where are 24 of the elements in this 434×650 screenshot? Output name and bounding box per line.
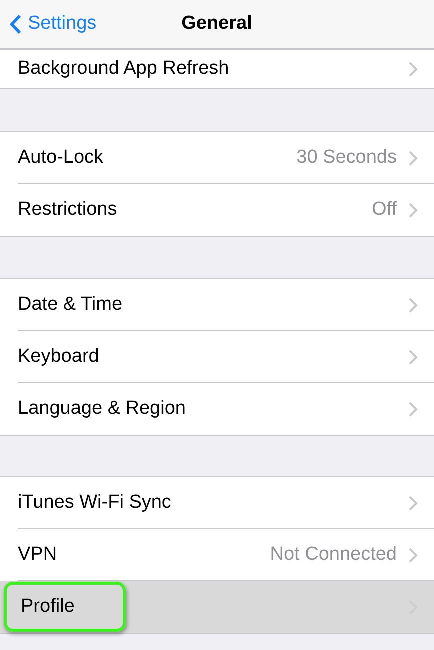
chevron-icon (409, 402, 418, 416)
row-label: Date & Time (18, 294, 124, 316)
row-label: Restrictions (18, 199, 118, 221)
chevron-icon (409, 202, 418, 218)
row-label: Keyboard (18, 346, 100, 368)
row-value: Off (372, 199, 397, 221)
row-label: Background App Refresh (18, 58, 230, 80)
chevron-icon (409, 548, 418, 562)
row-label: Auto-Lock (18, 147, 105, 169)
chevron-icon (409, 496, 418, 510)
chevron-icon (409, 298, 418, 312)
chevron-icon (409, 350, 418, 364)
row-label: VPN (18, 544, 58, 566)
settings-row[interactable]: Profile (0, 581, 434, 633)
row-value: 30 Seconds (296, 147, 397, 169)
row-label: iTunes Wi-Fi Sync (18, 492, 172, 514)
chevron-icon (409, 62, 418, 76)
nav-title: General (182, 13, 252, 35)
row-value: Not Connected (270, 544, 397, 566)
back-button[interactable]: Settings (6, 8, 101, 40)
row-label: Profile (21, 596, 75, 618)
back-chevron-icon (10, 14, 22, 34)
row-label: Language & Region (18, 398, 187, 420)
chevron-icon (409, 150, 418, 166)
